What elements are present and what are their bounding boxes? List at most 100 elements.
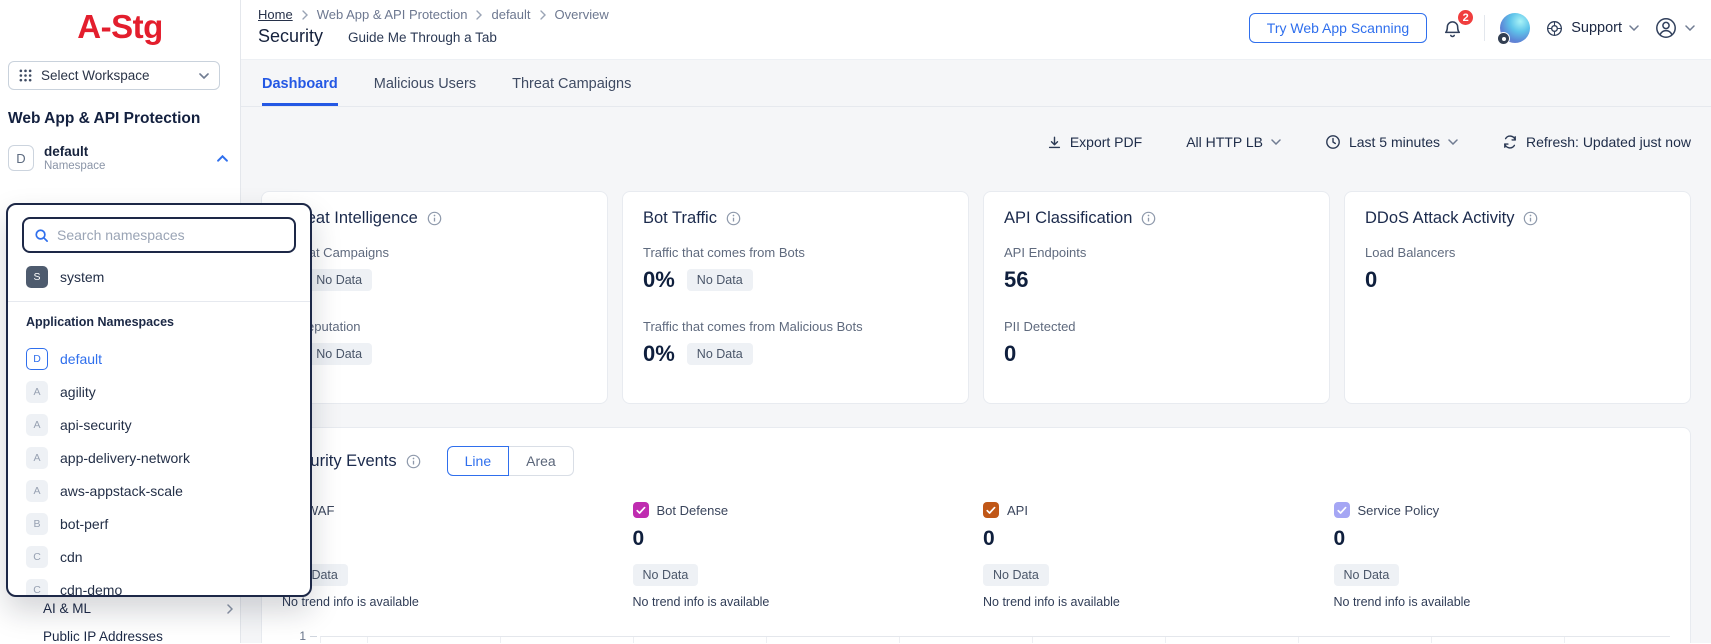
info-icon[interactable]: [427, 211, 442, 226]
workspace-label: Select Workspace: [41, 68, 190, 83]
sidebar-item-public-ip-addresses[interactable]: Public IP Addresses: [43, 629, 233, 644]
namespace-option-api-security[interactable]: A api-security: [8, 408, 310, 441]
summary-cards: Threat Intelligence Threat Campaigns 0 N…: [261, 191, 1691, 404]
select-workspace-button[interactable]: Select Workspace: [8, 61, 220, 90]
load-balancer-filter[interactable]: All HTTP LB: [1186, 134, 1281, 150]
namespace-option-app-delivery-network[interactable]: A app-delivery-network: [8, 441, 310, 474]
notifications-button[interactable]: 2: [1442, 16, 1469, 40]
sidebar-item-ai-ml[interactable]: AI & ML: [43, 601, 233, 616]
sidebar-section-title: Web App & API Protection: [8, 110, 200, 128]
metric-value: 0: [1004, 341, 1016, 367]
header-actions: Try Web App Scanning 2 Support: [1249, 13, 1695, 43]
metric-label: Traffic that comes from Bots: [643, 245, 948, 260]
namespace-name: default: [44, 144, 105, 159]
breadcrumb-separator-icon: [476, 10, 482, 20]
namespace-option-cdn[interactable]: C cdn: [8, 540, 310, 573]
namespace-type-label: Namespace: [44, 160, 105, 172]
no-data-badge: No Data: [983, 564, 1049, 586]
namespace-initial-badge: C: [26, 579, 48, 598]
search-icon: [34, 228, 49, 243]
namespace-initial-badge: C: [26, 546, 48, 568]
namespace-search-input[interactable]: [57, 227, 284, 243]
metric-value: 0: [1365, 267, 1377, 293]
application-namespaces-header: Application Namespaces: [8, 302, 310, 334]
tab-malicious-users[interactable]: Malicious Users: [374, 76, 476, 106]
chart-view-toggle: Line Area: [447, 446, 574, 476]
notification-count-badge: 2: [1456, 8, 1475, 27]
refresh-label: Refresh: Updated just now: [1526, 134, 1691, 150]
legend-trend-text: No trend info is available: [633, 595, 970, 609]
legend-value: 0: [983, 527, 1320, 551]
line-view-button[interactable]: Line: [447, 446, 509, 476]
security-events-panel: Security Events Line Area WAF 0 No Da: [261, 427, 1691, 643]
lb-filter-label: All HTTP LB: [1186, 134, 1263, 150]
account-menu[interactable]: [1654, 16, 1695, 40]
no-data-badge: No Data: [306, 343, 372, 365]
area-view-button[interactable]: Area: [509, 446, 574, 476]
workspace-grid-icon: [19, 69, 32, 82]
namespace-initial-badge: A: [26, 414, 48, 436]
legend-trend-text: No trend info is available: [1334, 595, 1671, 609]
namespace-option-label: system: [60, 269, 104, 285]
chevron-up-icon: [217, 155, 232, 162]
refresh-button[interactable]: Refresh: Updated just now: [1502, 134, 1691, 150]
export-pdf-button[interactable]: Export PDF: [1047, 134, 1142, 150]
card-ddos-attack-activity: DDoS Attack Activity Load Balancers 0: [1344, 191, 1691, 404]
breadcrumb-default-link[interactable]: default: [491, 7, 530, 22]
try-web-app-scanning-button[interactable]: Try Web App Scanning: [1249, 13, 1427, 43]
y-axis-tick-mark: [310, 636, 317, 637]
breadcrumb-current: Overview: [555, 7, 609, 22]
info-icon[interactable]: [1141, 211, 1156, 226]
info-icon[interactable]: [1523, 211, 1538, 226]
namespace-option-label: cdn: [60, 549, 83, 565]
tenant-avatar[interactable]: [1500, 13, 1530, 43]
export-pdf-label: Export PDF: [1070, 134, 1142, 150]
page-title: Security: [258, 26, 323, 47]
legend-value: 0: [1334, 527, 1671, 551]
support-menu[interactable]: Support: [1545, 19, 1639, 38]
legend-checkbox-api[interactable]: API: [983, 502, 1320, 518]
no-data-badge: No Data: [633, 564, 699, 586]
legend-trend-text: No trend info is available: [282, 595, 619, 609]
refresh-icon: [1502, 134, 1518, 150]
card-title: Bot Traffic: [643, 209, 717, 228]
namespace-option-agility[interactable]: A agility: [8, 375, 310, 408]
breadcrumb-waap-link[interactable]: Web App & API Protection: [317, 7, 468, 22]
namespace-option-cdn-demo[interactable]: C cdn-demo: [8, 573, 310, 597]
legend-checkbox-bot-defense[interactable]: Bot Defense: [633, 502, 970, 518]
metric-value: 56: [1004, 267, 1028, 293]
security-events-chart: 1: [282, 617, 1670, 643]
namespace-initial-badge: A: [26, 381, 48, 403]
security-events-legend: WAF 0 No Data No trend info is available…: [282, 502, 1670, 609]
sidebar-item-label: AI & ML: [43, 601, 91, 616]
y-axis-tick-label: 1: [290, 629, 306, 643]
lifebuoy-icon: [1545, 19, 1564, 38]
no-data-badge: No Data: [1334, 564, 1400, 586]
legend-label: Bot Defense: [657, 503, 729, 518]
avatar-lock-icon: [1497, 32, 1510, 45]
namespace-search-box: [22, 217, 296, 253]
namespace-option-bot-perf[interactable]: B bot-perf: [8, 507, 310, 540]
tab-threat-campaigns[interactable]: Threat Campaigns: [512, 76, 631, 106]
legend-checkbox-waf[interactable]: WAF: [282, 502, 619, 518]
namespace-option-label: cdn-demo: [60, 582, 122, 598]
namespace-selector[interactable]: D default Namespace: [8, 144, 232, 172]
tab-dashboard[interactable]: Dashboard: [262, 76, 338, 106]
legend-checkbox-service-policy[interactable]: Service Policy: [1334, 502, 1671, 518]
guide-me-link[interactable]: Guide Me Through a Tab: [348, 30, 497, 45]
namespace-initial-badge: S: [26, 266, 48, 288]
namespace-option-label: bot-perf: [60, 516, 108, 532]
namespace-option-label: aws-appstack-scale: [60, 483, 183, 499]
namespace-option-aws-appstack-scale[interactable]: A aws-appstack-scale: [8, 474, 310, 507]
namespace-option-default[interactable]: D default: [8, 342, 310, 375]
no-data-badge: No Data: [687, 269, 753, 291]
namespace-dropdown-panel: S system Application Namespaces D defaul…: [6, 203, 312, 597]
breadcrumb-home-link[interactable]: Home: [258, 7, 293, 22]
namespace-option-system[interactable]: S system: [8, 261, 310, 293]
info-icon[interactable]: [406, 454, 421, 469]
checkbox-checked-icon: [633, 502, 649, 518]
tab-bar: Dashboard Malicious Users Threat Campaig…: [241, 60, 1711, 107]
info-icon[interactable]: [726, 211, 741, 226]
app-logo[interactable]: A-Stg: [0, 8, 240, 46]
time-range-selector[interactable]: Last 5 minutes: [1325, 134, 1458, 150]
